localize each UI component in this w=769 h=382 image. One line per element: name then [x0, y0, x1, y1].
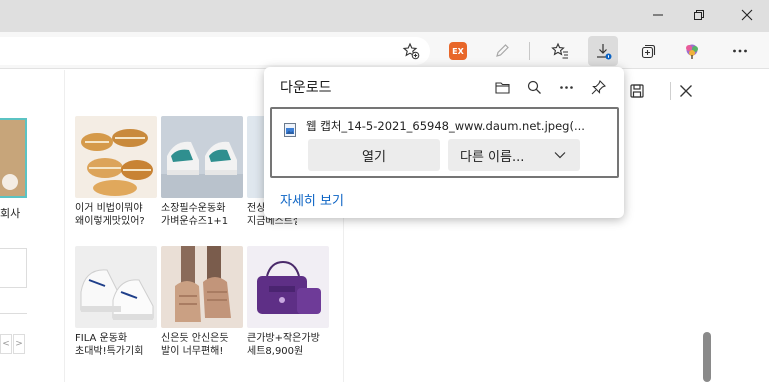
product-card[interactable]: 신은듯 안신은듯 발이 너무편해!	[161, 246, 243, 358]
site-header-tools	[620, 70, 769, 112]
save-page-button[interactable]	[626, 80, 648, 102]
left-box	[0, 248, 27, 288]
pen-button[interactable]	[487, 36, 517, 66]
downloads-button[interactable]	[588, 36, 618, 66]
profile-button[interactable]	[677, 36, 707, 66]
download-filename: 웹 캡처_14-5-2021_65948_www.daum.net.jpeg(.…	[306, 119, 585, 133]
search-icon	[527, 80, 541, 94]
product-caption-line2: 왜이렇게맛있어?	[75, 216, 145, 227]
favorites-icon	[551, 42, 568, 59]
see-more-link[interactable]: 자세히 보기	[280, 190, 344, 209]
chevron-down-icon	[554, 152, 566, 159]
more-button[interactable]	[725, 36, 755, 66]
minimize-button[interactable]	[636, 0, 680, 30]
address-bar[interactable]	[0, 37, 430, 65]
product-caption-line1: 큰가방+작은가방	[247, 333, 320, 344]
product-caption-line1: 이거 비법이뭐야	[75, 203, 143, 214]
pager-next-label: >	[15, 339, 23, 349]
product-caption: 신은듯 안신은듯 발이 너무편해!	[161, 332, 243, 358]
open-file-button[interactable]: 열기	[308, 139, 440, 171]
extension-ex-icon: EX	[449, 42, 467, 60]
downloads-panel: 다운로드 웹 캡처_14-5-2021_65948_www.daum.net.j…	[264, 67, 624, 218]
product-image-bread[interactable]	[75, 116, 157, 198]
favorites-button[interactable]	[545, 36, 575, 66]
product-caption: 소장필수운동화 가벼운슈즈1+1	[161, 202, 243, 228]
product-card[interactable]: 이거 비법이뭐야 왜이렇게맛있어?	[75, 116, 157, 228]
save-icon	[630, 84, 644, 98]
toolbar-divider	[529, 42, 530, 60]
downloads-panel-title: 다운로드	[280, 80, 332, 96]
extension-ex-button[interactable]: EX	[443, 36, 473, 66]
browser-window: EX 회사 < > 이거 비법이뭐야 왜이렇게맛있어? 소장필수운동화 가벼운슈…	[0, 0, 769, 382]
open-folder-icon	[494, 81, 510, 94]
left-divider	[0, 313, 27, 314]
collections-button[interactable]	[633, 36, 663, 66]
downloads-icon	[597, 44, 612, 60]
more-options-icon	[559, 85, 573, 89]
scrollbar-thumb[interactable]	[703, 332, 711, 382]
product-caption-line1: FILA 운동화	[75, 333, 128, 344]
extension-badge-label: EX	[452, 46, 464, 56]
left-caption: 회사	[0, 207, 21, 220]
product-caption-line1: 소장필수운동화	[161, 203, 226, 214]
close-panel-button[interactable]	[675, 80, 697, 102]
collections-icon	[641, 44, 656, 59]
more-icon	[733, 49, 747, 53]
more-options-button[interactable]	[554, 75, 578, 99]
product-image-white-sneakers[interactable]	[75, 246, 157, 328]
save-as-button[interactable]: 다른 이름...	[448, 139, 580, 171]
product-caption: 큰가방+작은가방 세트8,900원	[247, 332, 329, 358]
close-icon	[680, 85, 692, 97]
add-favorite-icon	[402, 42, 420, 60]
close-window-button[interactable]	[725, 0, 769, 30]
left-panel: 회사 < >	[0, 70, 28, 382]
product-card[interactable]: FILA 운동화 초대박!특가기회	[75, 246, 157, 358]
product-caption-line2: 발이 너무편해!	[161, 346, 224, 357]
product-card[interactable]: 큰가방+작은가방 세트8,900원	[247, 246, 329, 358]
product-image-teal-sneakers[interactable]	[161, 116, 243, 198]
browser-toolbar: EX	[0, 32, 769, 69]
product-image-sandals[interactable]	[161, 246, 243, 328]
profile-icon	[686, 44, 698, 59]
search-downloads-button[interactable]	[522, 75, 546, 99]
product-image-purple-bags[interactable]	[247, 246, 329, 328]
pager-prev-label: <	[2, 339, 10, 349]
pager-prev-button[interactable]: <	[0, 334, 12, 354]
product-caption-line1: 신은듯 안신은듯	[161, 333, 229, 344]
play-icon	[2, 174, 18, 190]
left-pager: < >	[0, 334, 27, 354]
image-file-icon	[284, 123, 296, 137]
pin-icon	[591, 79, 606, 94]
pen-icon	[496, 44, 509, 57]
product-caption: 이거 비법이뭐야 왜이렇게맛있어?	[75, 202, 157, 228]
open-folder-button[interactable]	[490, 75, 514, 99]
open-file-label: 열기	[362, 149, 386, 165]
product-caption: FILA 운동화 초대박!특가기회	[75, 332, 157, 358]
restore-button[interactable]	[677, 0, 721, 30]
restore-icon	[694, 10, 704, 20]
download-item[interactable]: 웹 캡처_14-5-2021_65948_www.daum.net.jpeg(.…	[270, 107, 619, 178]
pin-button[interactable]	[586, 75, 610, 99]
pager-next-button[interactable]: >	[13, 334, 25, 354]
product-card[interactable]: 소장필수운동화 가벼운슈즈1+1	[161, 116, 243, 228]
title-bar	[0, 0, 769, 32]
save-as-label: 다른 이름...	[460, 149, 525, 165]
minimize-icon	[653, 14, 663, 16]
product-caption-line2: 가벼운슈즈1+1	[161, 216, 229, 227]
product-caption-line2: 세트8,900원	[247, 346, 304, 357]
product-caption-line2: 초대박!특가기회	[75, 346, 144, 357]
close-icon	[741, 9, 753, 21]
add-favorite-button[interactable]	[396, 36, 426, 66]
header-divider	[670, 82, 671, 100]
